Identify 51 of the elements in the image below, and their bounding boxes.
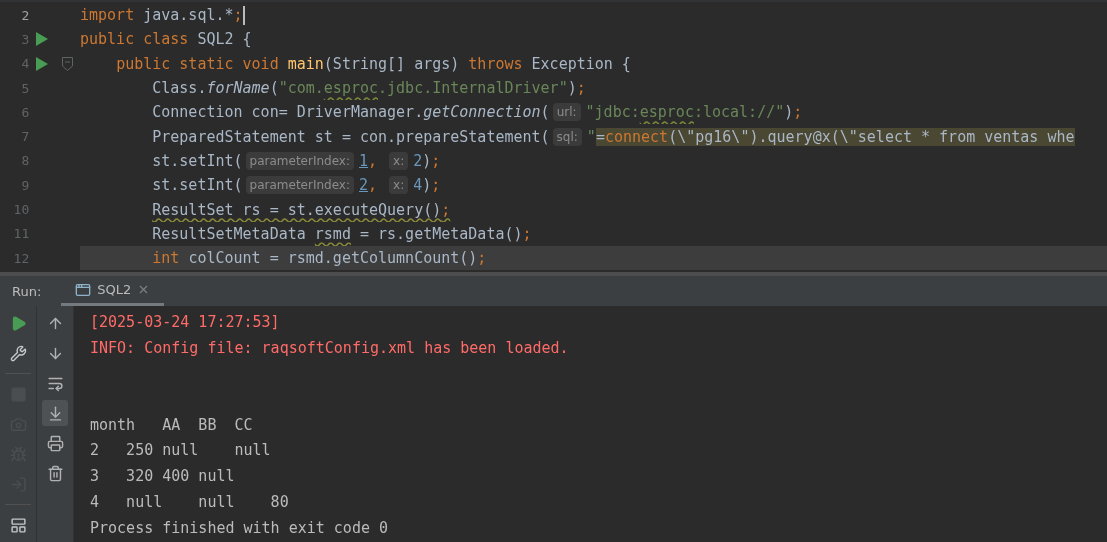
run-label: Run: (12, 283, 42, 299)
line-number: 8 (20, 153, 30, 169)
code-text: ResultSetMetaData rsmd = rs.getMetaData(); (151, 224, 532, 243)
line-number: 3 (20, 31, 30, 47)
fold-icon[interactable] (61, 56, 73, 71)
line-number: 10 (12, 202, 30, 217)
run-icon[interactable] (35, 32, 48, 47)
code-text: public static void main(String[] args) throws Exception { (115, 54, 631, 73)
parameter-hint: url: (552, 103, 581, 122)
line-number: 9 (20, 177, 30, 193)
code-text: 2, (359, 176, 379, 195)
code-text: 4); (413, 176, 441, 195)
layout-icon (9, 516, 27, 534)
code-text: public class SQL2 { (80, 30, 252, 49)
console-line: Process finished with exit code 0 (90, 517, 389, 539)
code-text: st.setInt( (151, 176, 243, 195)
line-number: 4 (20, 56, 30, 72)
code-text: Class.forName("com.esproc.jdbc.InternalDriver"); (151, 79, 586, 98)
trash-icon (46, 464, 64, 482)
code-text: import java.sql.*; (80, 6, 243, 25)
console-line: month AA BB CC (90, 414, 254, 436)
line-number: 6 (20, 104, 30, 120)
parameter-hint: parameterIndex: (245, 151, 354, 170)
console-line: [2025-03-24 17:27:53] (90, 312, 281, 333)
code-text: 2); (413, 151, 441, 170)
code-text: "jdbc:esproc:local://"); (585, 103, 803, 122)
printer-icon (46, 434, 64, 452)
code-text: ResultSet rs = st.executeQuery(); (151, 200, 451, 219)
parameter-hint: sql: (552, 127, 582, 146)
parameter-hint: x: (389, 176, 409, 195)
line-number: 12 (12, 250, 30, 266)
console-line: 4 null null 80 (90, 491, 290, 513)
code-text: int colCount = rsmd.getColumnCount(); (151, 249, 487, 268)
line-number: 2 (20, 7, 30, 23)
console-line: 3 320 400 null (90, 466, 236, 488)
line-number: 7 (20, 129, 30, 145)
console-line: INFO: Config file: raqsoftConfig.xml has been loaded. (90, 337, 570, 359)
line-number: 5 (20, 80, 30, 96)
code-text: "=connect(\"pg16\").query@x(\"select * from ventas whe (586, 127, 1075, 146)
parameter-hint: x: (389, 151, 409, 170)
console-line: 2 250 null null (90, 440, 272, 462)
console-icon (75, 281, 92, 298)
code-text: st.setInt( (151, 151, 243, 170)
toolbar-button[interactable] (42, 400, 68, 426)
wrench-icon (9, 344, 27, 362)
code-text: PreparedStatement st = con.prepareStatement( (151, 127, 550, 146)
run-icon[interactable] (35, 56, 48, 71)
parameter-hint: parameterIndex: (245, 176, 354, 195)
code-text: Connection con= DriverManager.getConnection( (151, 103, 550, 122)
code-text: 1, (359, 151, 379, 170)
line-number: 11 (12, 226, 30, 242)
